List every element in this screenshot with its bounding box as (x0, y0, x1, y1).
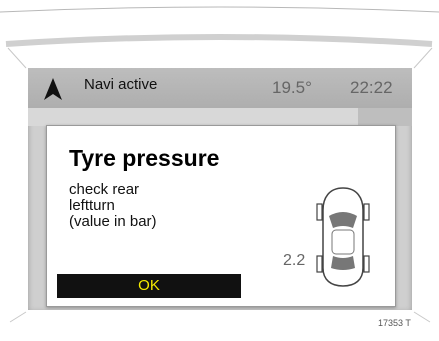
tyre-pressure-dialog: Tyre pressure check rear leftturn (value… (46, 125, 396, 307)
navi-status-text: Navi active (84, 76, 158, 93)
message-line-1: check rear (69, 181, 140, 198)
message-line-2: leftturn (69, 197, 115, 214)
status-bar: Navi active 19.5° 22:22 (28, 68, 412, 108)
car-top-view-icon (316, 187, 370, 287)
tyre-pressure-value: 2.2 (283, 252, 306, 269)
background-band-right (358, 108, 412, 126)
navigation-arrow-icon (44, 78, 62, 100)
dialog-title: Tyre pressure (69, 145, 220, 171)
outside-temperature: 19.5° (272, 78, 312, 97)
figure-reference: 17353 T (378, 318, 411, 328)
display-figure: Navi active 19.5° 22:22 Tyre pressure ch… (0, 0, 439, 341)
message-line-3: (value in bar) (69, 213, 157, 230)
ok-button[interactable]: OK (57, 274, 241, 298)
clock-time: 22:22 (350, 78, 393, 97)
display-screen: Navi active 19.5° 22:22 Tyre pressure ch… (28, 68, 412, 310)
background-band (28, 108, 412, 126)
